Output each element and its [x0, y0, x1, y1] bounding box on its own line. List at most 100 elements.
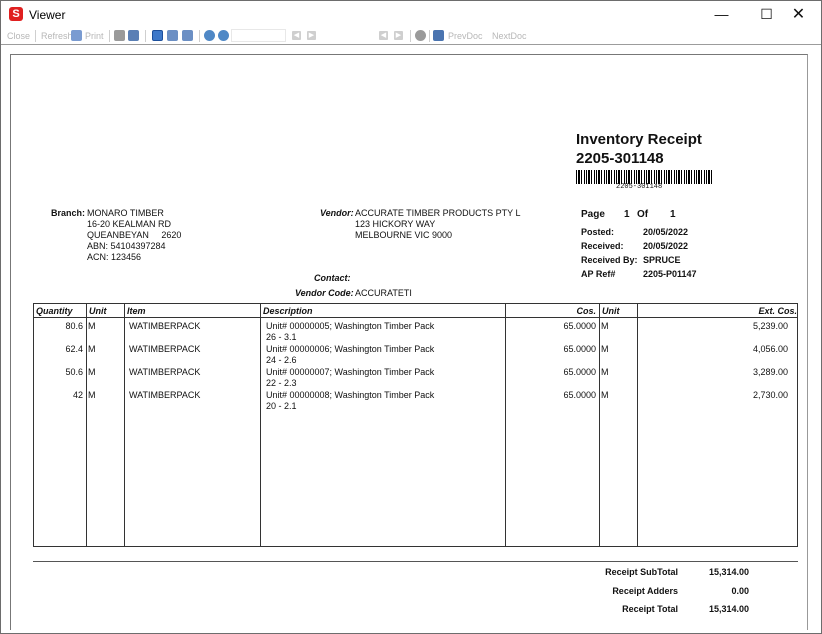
zoom-in-icon[interactable] [218, 30, 229, 41]
refresh-icon[interactable] [415, 30, 426, 41]
page-label: Page [581, 209, 605, 220]
app-icon: S [9, 7, 23, 21]
copy-icon[interactable] [114, 30, 125, 41]
row-description-size: 24 - 2.6 [266, 355, 297, 365]
page-layout-icon[interactable] [182, 30, 193, 41]
toolbar-separator [109, 30, 110, 42]
received-label: Received: [581, 241, 624, 251]
total-value: 15,314.00 [708, 604, 749, 614]
row-unit2: M [601, 344, 609, 354]
toolbar-separator [199, 30, 200, 42]
row-cost: 65.0000 [563, 344, 596, 354]
col-cost: Cos. [576, 306, 596, 316]
toolbar-separator [35, 30, 36, 42]
row-description: Unit# 00000007; Washington Timber Pack [266, 367, 435, 377]
next-page-button[interactable]: ▶ [307, 31, 316, 40]
print-button[interactable]: Print [85, 29, 104, 43]
branch-line: ACN: 123456 [87, 252, 142, 262]
next-doc-button[interactable]: NextDoc [492, 29, 527, 43]
row-description-size: 26 - 3.1 [266, 332, 297, 342]
row-item: WATIMBERPACK [129, 344, 201, 354]
vendor-line: ACCURATE TIMBER PRODUCTS PTY L [355, 208, 521, 218]
window-title: Viewer [29, 8, 66, 22]
single-page-icon[interactable] [152, 30, 163, 41]
adders-label: Receipt Adders [612, 586, 678, 596]
close-window-button[interactable]: ✕ [776, 1, 821, 28]
vendor-label: Vendor: [320, 208, 354, 218]
branch-line: ABN: 54104397284 [87, 241, 166, 251]
receipt-number: 2205-301148 [576, 150, 664, 167]
row-unit: M [88, 390, 96, 400]
column-divider [260, 303, 261, 547]
prev-doc-button[interactable]: PrevDoc [448, 29, 483, 43]
branch-line: 16-20 KEALMAN RD [87, 219, 172, 229]
page-of-label: Of [637, 209, 649, 220]
row-quantity: 80.6 [65, 321, 83, 331]
find-icon[interactable] [128, 30, 139, 41]
column-divider [124, 303, 125, 547]
total-label: Receipt Total [622, 604, 678, 614]
vendor-line: MELBOURNE VIC 9000 [355, 230, 453, 240]
column-divider [637, 303, 638, 547]
row-ext-cost: 5,239.00 [752, 321, 788, 331]
report-page: Inventory Receipt 2205-301148 2205-30114… [10, 54, 808, 630]
barcode-text: 2205-301148 [616, 183, 663, 191]
minimize-button[interactable]: — [699, 1, 744, 28]
contact-label: Contact: [314, 273, 351, 283]
vendor-code-label: Vendor Code: [295, 288, 354, 298]
vendor-line: 123 HICKORY WAY [355, 219, 436, 229]
row-quantity: 50.6 [65, 367, 83, 377]
col-item: Item [127, 306, 146, 316]
toolbar-separator [429, 30, 430, 42]
header-divider [33, 317, 798, 318]
row-cost: 65.0000 [563, 390, 596, 400]
page-total: 1 [670, 209, 676, 220]
line-items-grid [33, 303, 798, 547]
first-page-button[interactable]: ◀ [379, 31, 388, 40]
branch-line: MONARO TIMBER [87, 208, 164, 218]
subtotal-label: Receipt SubTotal [605, 567, 678, 577]
row-quantity: 62.4 [65, 344, 83, 354]
viewer-toolbar: Close Refresh Print ◀ ▶ ◀ ▶ PrevDoc Next… [1, 28, 821, 44]
received-by-label: Received By: [581, 255, 638, 265]
report-canvas: Inventory Receipt 2205-301148 2205-30114… [1, 44, 821, 633]
vendor-code-value: ACCURATETI [355, 288, 412, 298]
row-unit2: M [601, 367, 609, 377]
row-cost: 65.0000 [563, 321, 596, 331]
row-unit: M [88, 321, 96, 331]
row-item: WATIMBERPACK [129, 367, 201, 377]
last-page-button[interactable]: ▶ [394, 31, 403, 40]
posted-value: 20/05/2022 [643, 227, 689, 237]
row-quantity: 42 [72, 390, 83, 400]
page-current: 1 [624, 209, 630, 220]
toolbar-separator [410, 30, 411, 42]
column-divider [86, 303, 87, 547]
row-description: Unit# 00000005; Washington Timber Pack [266, 321, 435, 331]
prev-page-button[interactable]: ◀ [292, 31, 301, 40]
document-icon[interactable] [433, 30, 444, 41]
row-ext-cost: 3,289.00 [752, 367, 788, 377]
print-icon[interactable] [71, 30, 82, 41]
report-title: Inventory Receipt [576, 131, 702, 148]
row-item: WATIMBERPACK [129, 321, 201, 331]
refresh-button[interactable]: Refresh [41, 29, 73, 43]
subtotal-value: 15,314.00 [708, 567, 749, 577]
zoom-out-icon[interactable] [204, 30, 215, 41]
ap-ref-value: 2205-P01147 [643, 269, 697, 279]
received-value: 20/05/2022 [643, 241, 689, 251]
title-bar[interactable]: S Viewer — ☐ ✕ [1, 1, 821, 28]
adders-value: 0.00 [731, 586, 749, 596]
row-unit2: M [601, 321, 609, 331]
row-unit: M [88, 367, 96, 377]
close-button[interactable]: Close [7, 29, 30, 43]
totals-divider [33, 561, 798, 562]
column-divider [599, 303, 600, 547]
col-ext-cost: Ext. Cos. [758, 306, 797, 316]
zoom-input[interactable] [231, 29, 286, 42]
row-description: Unit# 00000006; Washington Timber Pack [266, 344, 435, 354]
row-unit: M [88, 344, 96, 354]
multi-page-icon[interactable] [167, 30, 178, 41]
col-unit2: Unit [602, 306, 620, 316]
col-unit: Unit [89, 306, 107, 316]
row-unit2: M [601, 390, 609, 400]
